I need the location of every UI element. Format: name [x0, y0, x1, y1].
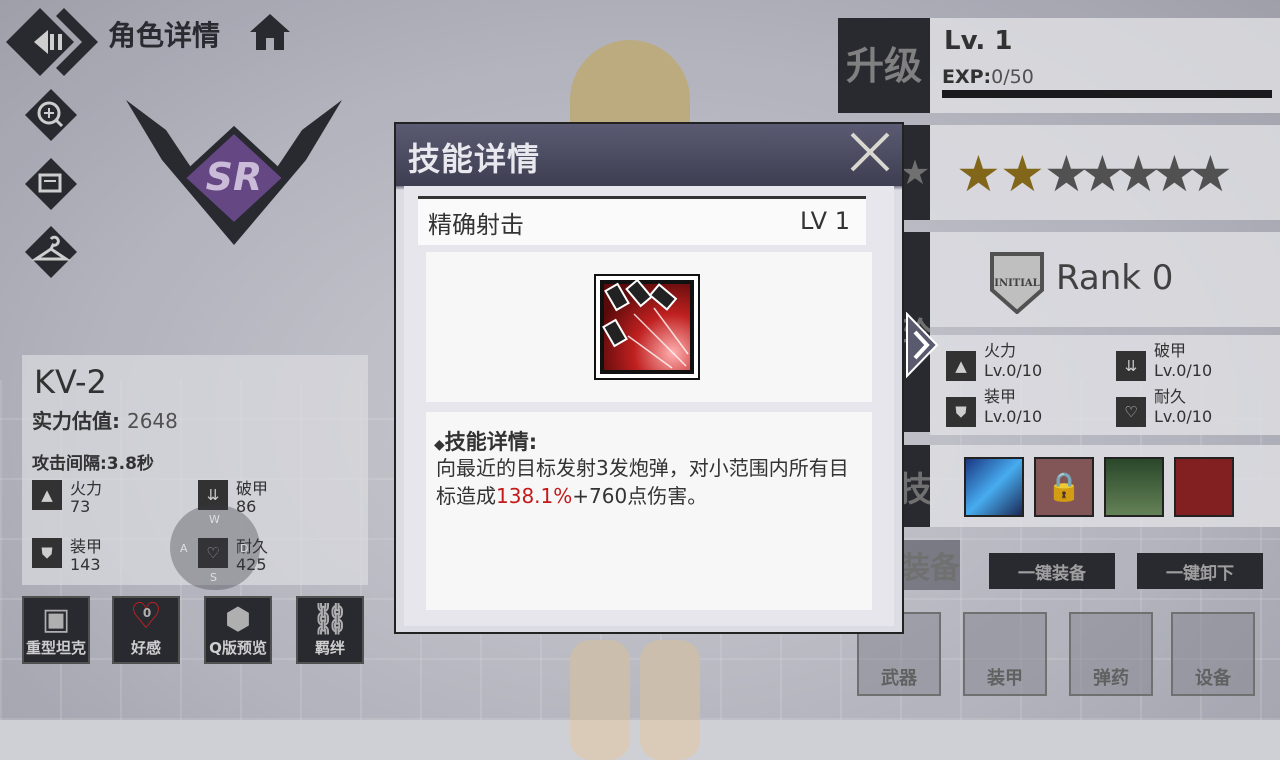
modal-title: 技能详情	[408, 140, 541, 178]
skill-name: 精确射击	[428, 211, 524, 239]
next-arrow-icon[interactable]	[905, 311, 939, 379]
diamond-bullet-icon: ◆	[434, 437, 445, 453]
skill-detail-modal: 技能详情 精确射击 LV 1 ◆技能详情: 向最近的目标发射3发炮弹，对小范围内…	[394, 122, 904, 634]
skill-icon-box	[426, 252, 872, 402]
skill-name-bar: 精确射击 LV 1	[418, 196, 866, 245]
damage-percent: 138.1%	[496, 484, 573, 508]
skill-shells-icon	[594, 274, 700, 380]
skill-description-box: ◆技能详情: 向最近的目标发射3发炮弹，对小范围内所有目标造成138.1%+76…	[426, 412, 872, 610]
skill-description: 向最近的目标发射3发炮弹，对小范围内所有目标造成138.1%+760点伤害。	[436, 456, 849, 508]
description-heading: ◆技能详情:	[434, 430, 538, 454]
close-icon[interactable]	[848, 130, 892, 174]
skill-level: LV 1	[799, 207, 850, 235]
